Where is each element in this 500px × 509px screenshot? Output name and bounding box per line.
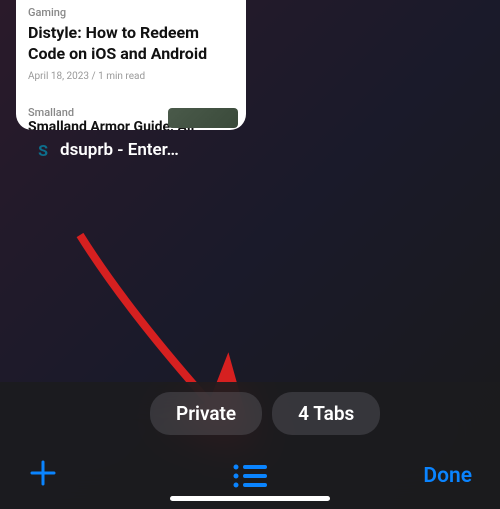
tab-groups-menu-button[interactable] [233,463,267,489]
tab-group-tabs[interactable]: 4 Tabs [272,392,380,435]
home-indicator[interactable] [170,496,330,501]
tab-title: dsuprb - Enter… [60,140,179,160]
tab-label-row[interactable]: S dsuprb - Enter… [16,130,484,170]
bottom-toolbar-area: Private 4 Tabs Done [0,382,500,509]
article-meta: April 18, 2023 / 1 min read [16,67,246,92]
tab-group-private[interactable]: Private [150,392,262,435]
article-title: Distyle: How to Redeem Code on iOS and A… [16,21,246,67]
tab-groups-row[interactable]: Private 4 Tabs [0,382,500,449]
tab-preview-card[interactable]: Gaming Distyle: How to Redeem Code on iO… [16,0,246,130]
favicon-icon: S [34,141,52,159]
done-button[interactable]: Done [423,464,472,488]
new-tab-button[interactable] [28,457,58,495]
article-category: Gaming [16,0,246,21]
article-thumbnail [168,108,238,128]
